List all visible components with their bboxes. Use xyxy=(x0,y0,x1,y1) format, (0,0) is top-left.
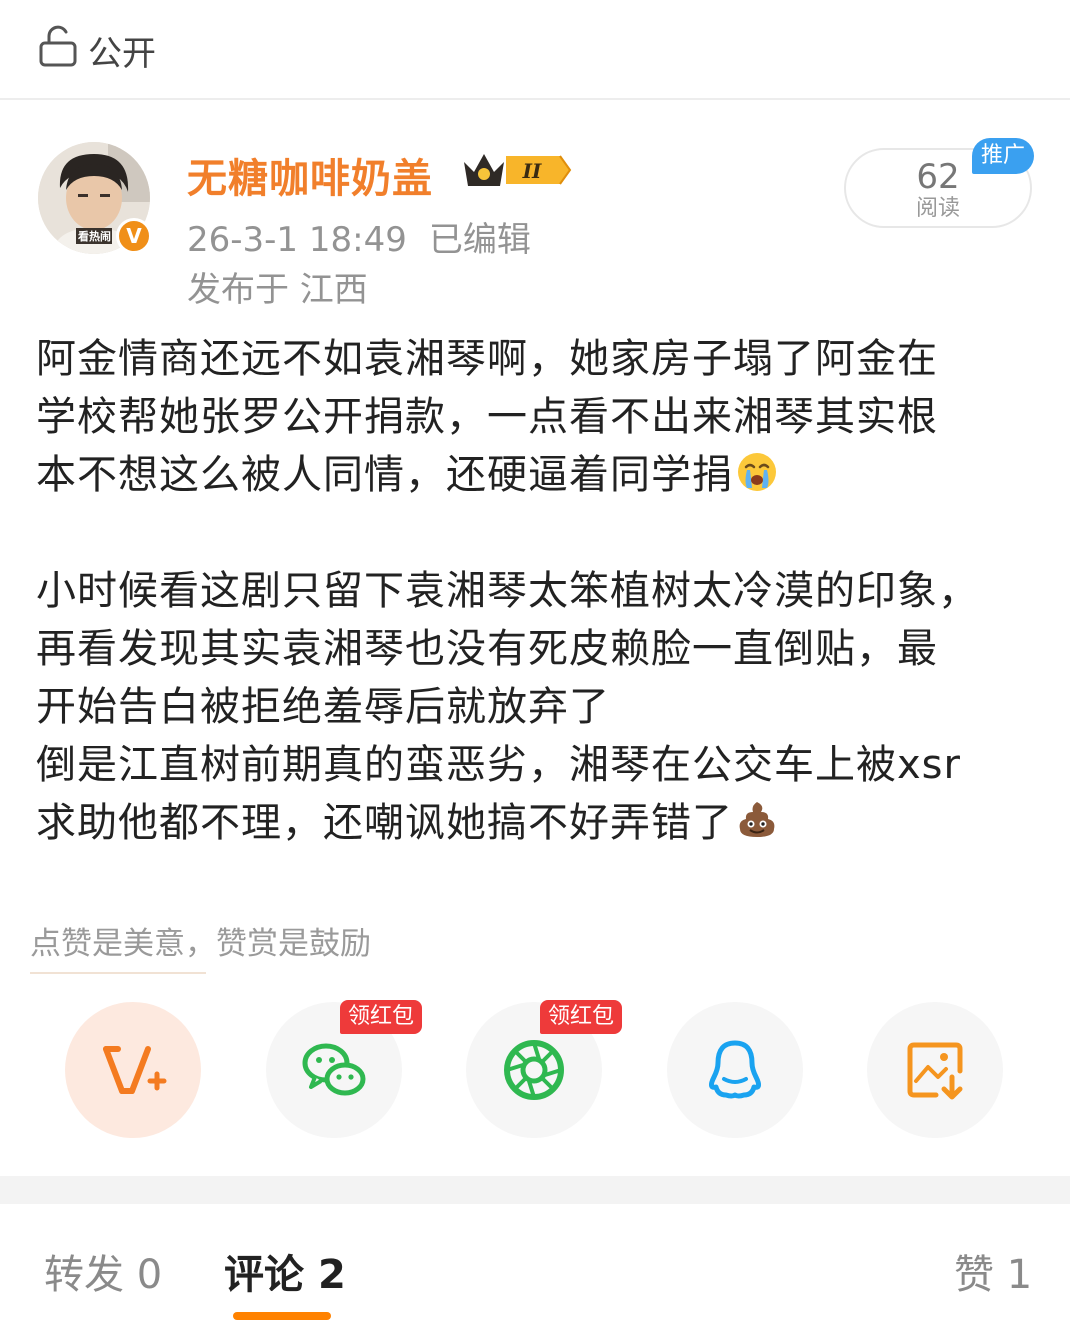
redpacket-badge: 领红包 xyxy=(339,1000,422,1034)
moments-icon xyxy=(504,1040,564,1100)
visibility-label[interactable]: 公开 xyxy=(88,26,156,75)
post-meta: 26-3-1 18:49 已编辑 xyxy=(187,212,531,261)
tab-comments[interactable]: 评论 2 xyxy=(224,1242,346,1300)
vip-badge[interactable]: II xyxy=(460,148,572,192)
post-line: 开始告白被拒绝羞辱后就放弃了 xyxy=(36,684,610,730)
post-line-text: 求助他都不理，还嘲讽她搞不好弄错了 xyxy=(36,800,733,846)
post-line: 阿金情商还远不如袁湘琴啊，她家房子塌了阿金在 xyxy=(36,336,938,382)
post-line-text: 本不想这么被人同情，还硬逼着同学捐 xyxy=(36,452,733,498)
post-timestamp: 26-3-1 18:49 xyxy=(187,220,407,260)
tab-repost[interactable]: 转发 0 xyxy=(44,1242,162,1300)
vip-level: II xyxy=(522,159,542,183)
author-name[interactable]: 无糖咖啡奶盖 xyxy=(187,146,433,204)
tab-repost-label: 转发 xyxy=(44,1252,124,1298)
post-body: 阿金情商还远不如袁湘琴啊，她家房子塌了阿金在 学校帮她张罗公开捐款，一点看不出来… xyxy=(36,330,1036,852)
moments-share-button[interactable]: 领红包 xyxy=(466,1000,622,1138)
tab-likes-label: 赞 xyxy=(954,1252,994,1298)
verified-badge: V xyxy=(116,218,152,254)
section-divider xyxy=(0,1176,1070,1204)
save-image-button[interactable] xyxy=(867,1002,1003,1138)
crying-face-emoji xyxy=(738,453,776,491)
redpacket-badge: 领红包 xyxy=(539,1000,622,1034)
top-bar: 公开 xyxy=(0,0,1070,100)
vplus-icon xyxy=(103,1046,167,1094)
post-line: 倒是江直树前期真的蛮恶劣，湘琴在公交车上被xsr xyxy=(36,742,961,788)
read-label: 阅读 xyxy=(915,196,960,221)
poop-emoji xyxy=(739,802,775,837)
post-line: 再看发现其实袁湘琴也没有死皮赖脸一直倒贴，最 xyxy=(36,626,938,672)
post-line: 本不想这么被人同情，还硬逼着同学捐 xyxy=(36,446,1036,504)
tab-comments-count: 2 xyxy=(317,1252,346,1298)
vplus-share-button[interactable] xyxy=(65,1002,201,1138)
unlock-icon xyxy=(39,25,77,67)
wechat-icon xyxy=(302,1043,366,1096)
wechat-share-button[interactable]: 领红包 xyxy=(266,1000,422,1138)
qq-icon xyxy=(708,1040,762,1099)
active-tab-indicator xyxy=(233,1312,331,1320)
post-line: 求助他都不理，还嘲讽她搞不好弄错了 xyxy=(36,794,1036,852)
post-line: 小时候看这剧只留下袁湘琴太笨植树太冷漠的印象， xyxy=(36,568,979,614)
reward-hint: 点赞是美意，赞赏是鼓励 xyxy=(30,926,371,962)
post-line: 学校帮她张罗公开捐款，一点看不出来湘琴其实根 xyxy=(36,394,938,440)
save-image-icon xyxy=(907,1042,963,1100)
tab-likes-count: 1 xyxy=(1006,1252,1033,1298)
reward-underline xyxy=(30,972,206,974)
edited-label[interactable]: 已编辑 xyxy=(429,220,531,260)
tab-repost-count: 0 xyxy=(136,1252,163,1298)
promo-tag[interactable]: 推广 xyxy=(972,138,1034,174)
qq-share-button[interactable] xyxy=(667,1002,803,1138)
tab-comments-label: 评论 xyxy=(224,1252,304,1298)
post-location: 发布于 江西 xyxy=(187,270,368,310)
tab-likes[interactable]: 赞 1 xyxy=(954,1242,1032,1300)
avatar-caption: 看热闹 xyxy=(78,230,111,243)
